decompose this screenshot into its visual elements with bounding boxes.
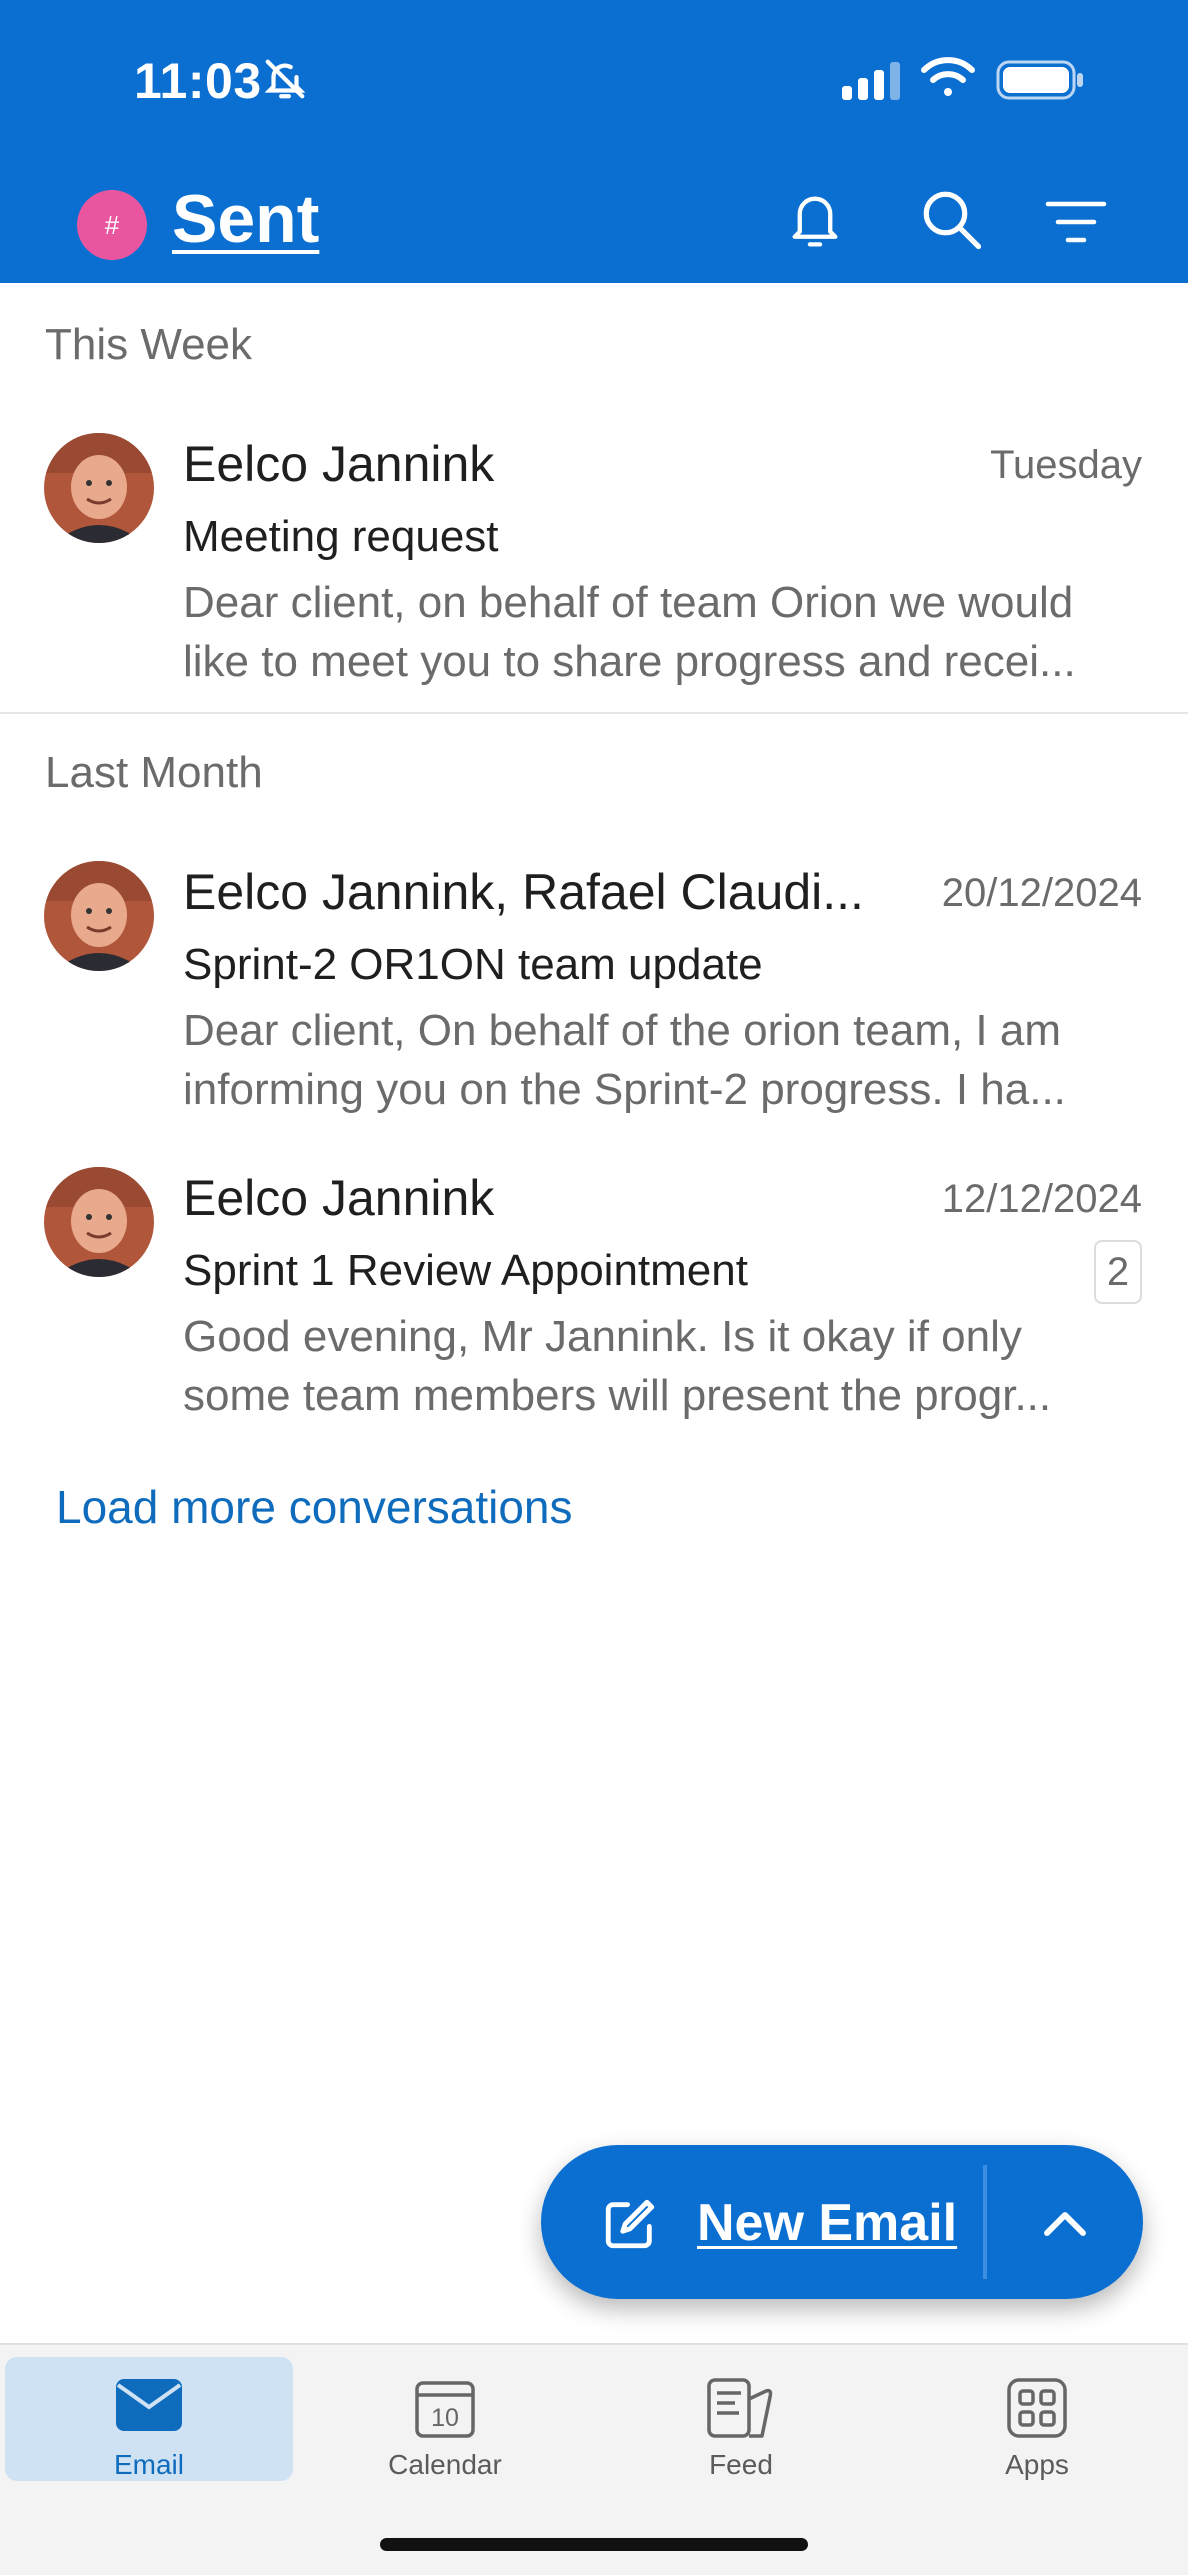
- wifi-icon: [921, 57, 975, 96]
- tab-label: Calendar: [388, 2449, 502, 2480]
- tab-apps[interactable]: Apps: [893, 2357, 1181, 2481]
- thread-count-badge: 2: [1094, 1240, 1142, 1304]
- calendar-icon: 10: [415, 2381, 475, 2438]
- tab-label: Feed: [709, 2449, 773, 2480]
- home-indicator: [380, 2538, 808, 2551]
- email-preview-line: Good evening, Mr Jannink. Is it okay if …: [183, 1312, 1022, 1361]
- bell-slash-icon: [264, 59, 306, 99]
- search-icon[interactable]: [918, 186, 984, 252]
- compose-icon: [605, 2199, 655, 2249]
- fab-separator: [983, 2165, 987, 2279]
- section-heading: This Week: [45, 320, 253, 369]
- bell-icon[interactable]: [784, 186, 846, 252]
- cellular-signal-icon: [842, 62, 900, 100]
- email-sender: Eelco Jannink, Rafael Claudi...: [183, 864, 864, 920]
- tab-feed[interactable]: Feed: [597, 2357, 885, 2481]
- email-preview-line: some team members will present the progr…: [183, 1371, 1052, 1420]
- section-heading: Last Month: [45, 748, 263, 797]
- email-date: 20/12/2024: [941, 871, 1142, 915]
- new-email-fab[interactable]: New Email: [541, 2145, 1143, 2299]
- status-time: 11:03: [134, 53, 262, 109]
- battery-icon: [996, 60, 1083, 100]
- email-sender: Eelco Jannink: [183, 1170, 495, 1226]
- sender-avatar: [44, 433, 154, 543]
- section-divider: [0, 712, 1188, 714]
- email-sender: Eelco Jannink: [183, 436, 495, 492]
- email-date: Tuesday: [990, 443, 1142, 487]
- email-subject: Sprint 1 Review Appointment: [183, 1246, 748, 1295]
- feed-icon: [707, 2378, 773, 2438]
- tab-email[interactable]: Email: [5, 2357, 293, 2481]
- email-preview-line: Dear client, on behalf of team Orion we …: [183, 578, 1074, 627]
- email-subject: Sprint-2 OR1ON team update: [183, 940, 763, 989]
- sender-avatar: [44, 861, 154, 971]
- account-avatar[interactable]: #: [77, 190, 147, 260]
- tab-label: Apps: [1005, 2449, 1069, 2480]
- email-preview-line: Dear client, On behalf of the orion team…: [183, 1006, 1062, 1055]
- email-date: 12/12/2024: [941, 1177, 1142, 1221]
- load-more-link[interactable]: Load more conversations: [56, 1480, 573, 1534]
- mail-icon: [116, 2379, 182, 2431]
- folder-title[interactable]: Sent: [172, 180, 319, 258]
- top-bar: 11:03 # Sent: [0, 0, 1188, 283]
- email-preview-line: informing you on the Sprint-2 progress. …: [183, 1065, 1066, 1114]
- new-email-label[interactable]: New Email: [697, 2193, 957, 2253]
- chevron-up-icon[interactable]: [1038, 2197, 1092, 2251]
- email-subject: Meeting request: [183, 512, 499, 561]
- email-preview: Dear client, On behalf of the orion team…: [183, 1001, 1143, 1119]
- email-preview: Dear client, on behalf of team Orion we …: [183, 573, 1143, 691]
- email-preview-line: like to meet you to share progress and r…: [183, 637, 1076, 686]
- apps-grid-icon: [1007, 2378, 1067, 2438]
- tab-label: Email: [113, 2449, 184, 2480]
- email-preview: Good evening, Mr Jannink. Is it okay if …: [183, 1307, 1143, 1425]
- calendar-day: 10: [431, 2404, 459, 2432]
- tab-calendar[interactable]: 10 Calendar: [301, 2357, 589, 2481]
- sender-avatar: [44, 1167, 154, 1277]
- filter-icon[interactable]: [1044, 198, 1108, 246]
